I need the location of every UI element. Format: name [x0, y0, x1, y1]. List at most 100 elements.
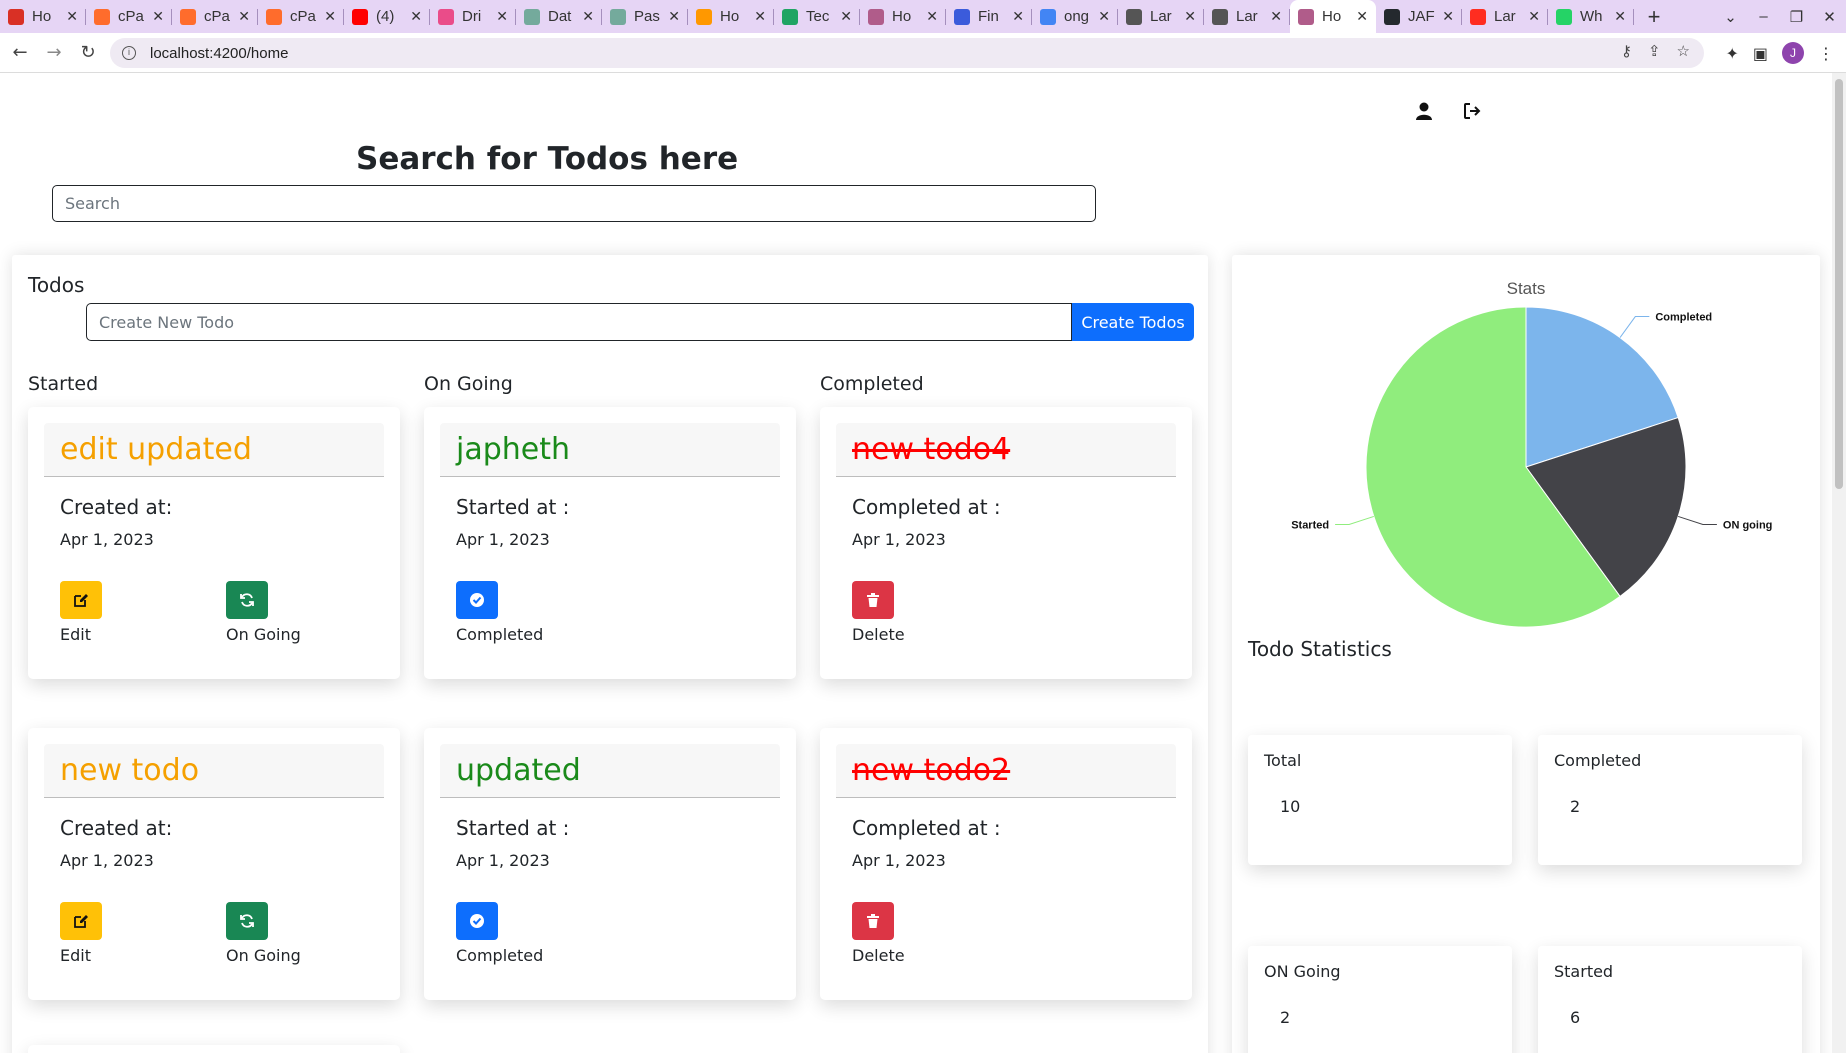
todo-date: Apr 1, 2023	[852, 851, 946, 870]
dribbble-icon	[438, 8, 454, 25]
url-text: localhost:4200/home	[150, 44, 289, 62]
tab-close-icon[interactable]: ✕	[754, 8, 766, 25]
forward-button[interactable]: →	[40, 42, 68, 63]
tab-title: Pas	[634, 8, 660, 25]
tab-close-icon[interactable]: ✕	[410, 8, 422, 25]
stat-label: Total	[1264, 751, 1302, 770]
browser-tab[interactable]: (4) ✕	[344, 0, 430, 33]
pie-connector	[1678, 515, 1717, 525]
back-button[interactable]: ←	[6, 42, 34, 63]
tab-close-icon[interactable]: ✕	[1614, 8, 1626, 25]
tab-title: Lar	[1236, 8, 1258, 25]
edit-label: Edit	[60, 625, 91, 644]
restore-button[interactable]: ❐	[1780, 8, 1813, 26]
browser-tab[interactable]: Ho ✕	[0, 0, 86, 33]
profile-avatar[interactable]: J	[1782, 42, 1804, 64]
browser-tab[interactable]: JAF ✕	[1376, 0, 1462, 33]
tab-close-icon[interactable]: ✕	[582, 8, 594, 25]
drive-icon	[782, 8, 798, 25]
key-icon[interactable]: ⚷	[1621, 42, 1632, 60]
minimize-button[interactable]: –	[1747, 8, 1780, 25]
cpanel-icon	[266, 8, 282, 25]
stat-value: 2	[1280, 1008, 1291, 1027]
todo-date: Apr 1, 2023	[456, 530, 550, 549]
share-icon[interactable]: ⇪	[1648, 42, 1661, 60]
edit-button[interactable]	[60, 581, 102, 619]
logout-icon[interactable]	[1462, 101, 1482, 121]
browser-tab[interactable]: Lar ✕	[1462, 0, 1548, 33]
youtube-icon	[352, 8, 368, 25]
browser-tab[interactable]: cPa ✕	[172, 0, 258, 33]
tab-close-icon[interactable]: ✕	[1270, 8, 1282, 25]
browser-tab[interactable]: cPa ✕	[86, 0, 172, 33]
tab-close-icon[interactable]: ✕	[496, 8, 508, 25]
delete-button[interactable]	[852, 581, 894, 619]
browser-menu-icon[interactable]: ⋮	[1818, 44, 1834, 63]
create-todo-input[interactable]	[86, 303, 1072, 341]
tab-close-icon[interactable]: ✕	[324, 8, 336, 25]
browser-tab[interactable]: Dri ✕	[430, 0, 516, 33]
tab-close-icon[interactable]: ✕	[238, 8, 250, 25]
browser-tab[interactable]: Lar ✕	[1118, 0, 1204, 33]
browser-tab[interactable]: Lar ✕	[1204, 0, 1290, 33]
tab-close-icon[interactable]: ✕	[66, 8, 78, 25]
tab-close-icon[interactable]: ✕	[840, 8, 852, 25]
tab-title: Wh	[1580, 8, 1603, 25]
tab-close-icon[interactable]: ✕	[1184, 8, 1196, 25]
todo-date: Apr 1, 2023	[456, 851, 550, 870]
move-to-ongoing-button[interactable]	[226, 581, 268, 619]
tab-close-icon[interactable]: ✕	[1012, 8, 1024, 25]
todos-heading: Todos	[28, 273, 85, 297]
search-input[interactable]	[52, 185, 1096, 222]
todo-card-started: edit updated Created at: Apr 1, 2023 Edi…	[28, 407, 400, 679]
tab-title: Dri	[462, 8, 482, 25]
url-field[interactable]: i localhost:4200/home ⚷ ⇪ ☆	[110, 38, 1704, 68]
delete-action: Delete	[852, 581, 905, 644]
laravel-icon	[1470, 8, 1486, 25]
pie-connector	[1619, 316, 1650, 338]
tab-close-icon[interactable]: ✕	[1528, 8, 1540, 25]
close-window-button[interactable]: ✕	[1813, 8, 1846, 26]
user-icon[interactable]	[1414, 101, 1434, 121]
tab-close-icon[interactable]: ✕	[1356, 8, 1368, 25]
browser-tab[interactable]: Wh ✕	[1548, 0, 1634, 33]
tab-close-icon[interactable]: ✕	[926, 8, 938, 25]
tab-search-icon[interactable]: ⌄	[1714, 8, 1747, 26]
create-todos-button[interactable]: Create Todos	[1072, 303, 1194, 341]
edit-icon	[74, 594, 88, 607]
delete-button[interactable]	[852, 902, 894, 940]
completed-at-label: Completed at :	[852, 816, 1001, 840]
cpanel-icon	[180, 8, 196, 25]
bookmark-star-icon[interactable]: ☆	[1677, 42, 1690, 60]
browser-tab[interactable]: ong ✕	[1032, 0, 1118, 33]
edit-button[interactable]	[60, 902, 102, 940]
tab-title: Ho	[892, 8, 912, 25]
extensions-icon[interactable]: ✦	[1725, 44, 1738, 63]
tab-close-icon[interactable]: ✕	[668, 8, 680, 25]
side-panel-icon[interactable]: ▣	[1753, 44, 1768, 63]
browser-tab[interactable]: Fin ✕	[946, 0, 1032, 33]
completed-label: Completed	[456, 946, 544, 965]
browser-tab[interactable]: Pas ✕	[602, 0, 688, 33]
tab-close-icon[interactable]: ✕	[152, 8, 164, 25]
browser-tab[interactable]: Ho ✕	[860, 0, 946, 33]
site-info-icon[interactable]: i	[122, 46, 136, 60]
page-scrollbar[interactable]	[1832, 73, 1846, 1053]
new-tab-button[interactable]: +	[1634, 4, 1674, 30]
bell-icon	[696, 8, 712, 25]
tab-close-icon[interactable]: ✕	[1442, 8, 1454, 25]
browser-tab[interactable]: Dat ✕	[516, 0, 602, 33]
scrollbar-thumb[interactable]	[1835, 79, 1843, 489]
card-header: new todo	[44, 744, 384, 798]
tab-close-icon[interactable]: ✕	[1098, 8, 1110, 25]
todo-date: Apr 1, 2023	[852, 530, 946, 549]
todo-title: japheth	[456, 432, 571, 467]
browser-tab[interactable]: cPa ✕	[258, 0, 344, 33]
browser-tab[interactable]: Ho ✕	[688, 0, 774, 33]
mark-completed-button[interactable]	[456, 902, 498, 940]
browser-tab[interactable]: Tec ✕	[774, 0, 860, 33]
reload-button[interactable]: ↻	[74, 42, 102, 63]
mark-completed-button[interactable]	[456, 581, 498, 619]
move-to-ongoing-button[interactable]	[226, 902, 268, 940]
browser-tab[interactable]: Ho ✕	[1290, 0, 1376, 33]
